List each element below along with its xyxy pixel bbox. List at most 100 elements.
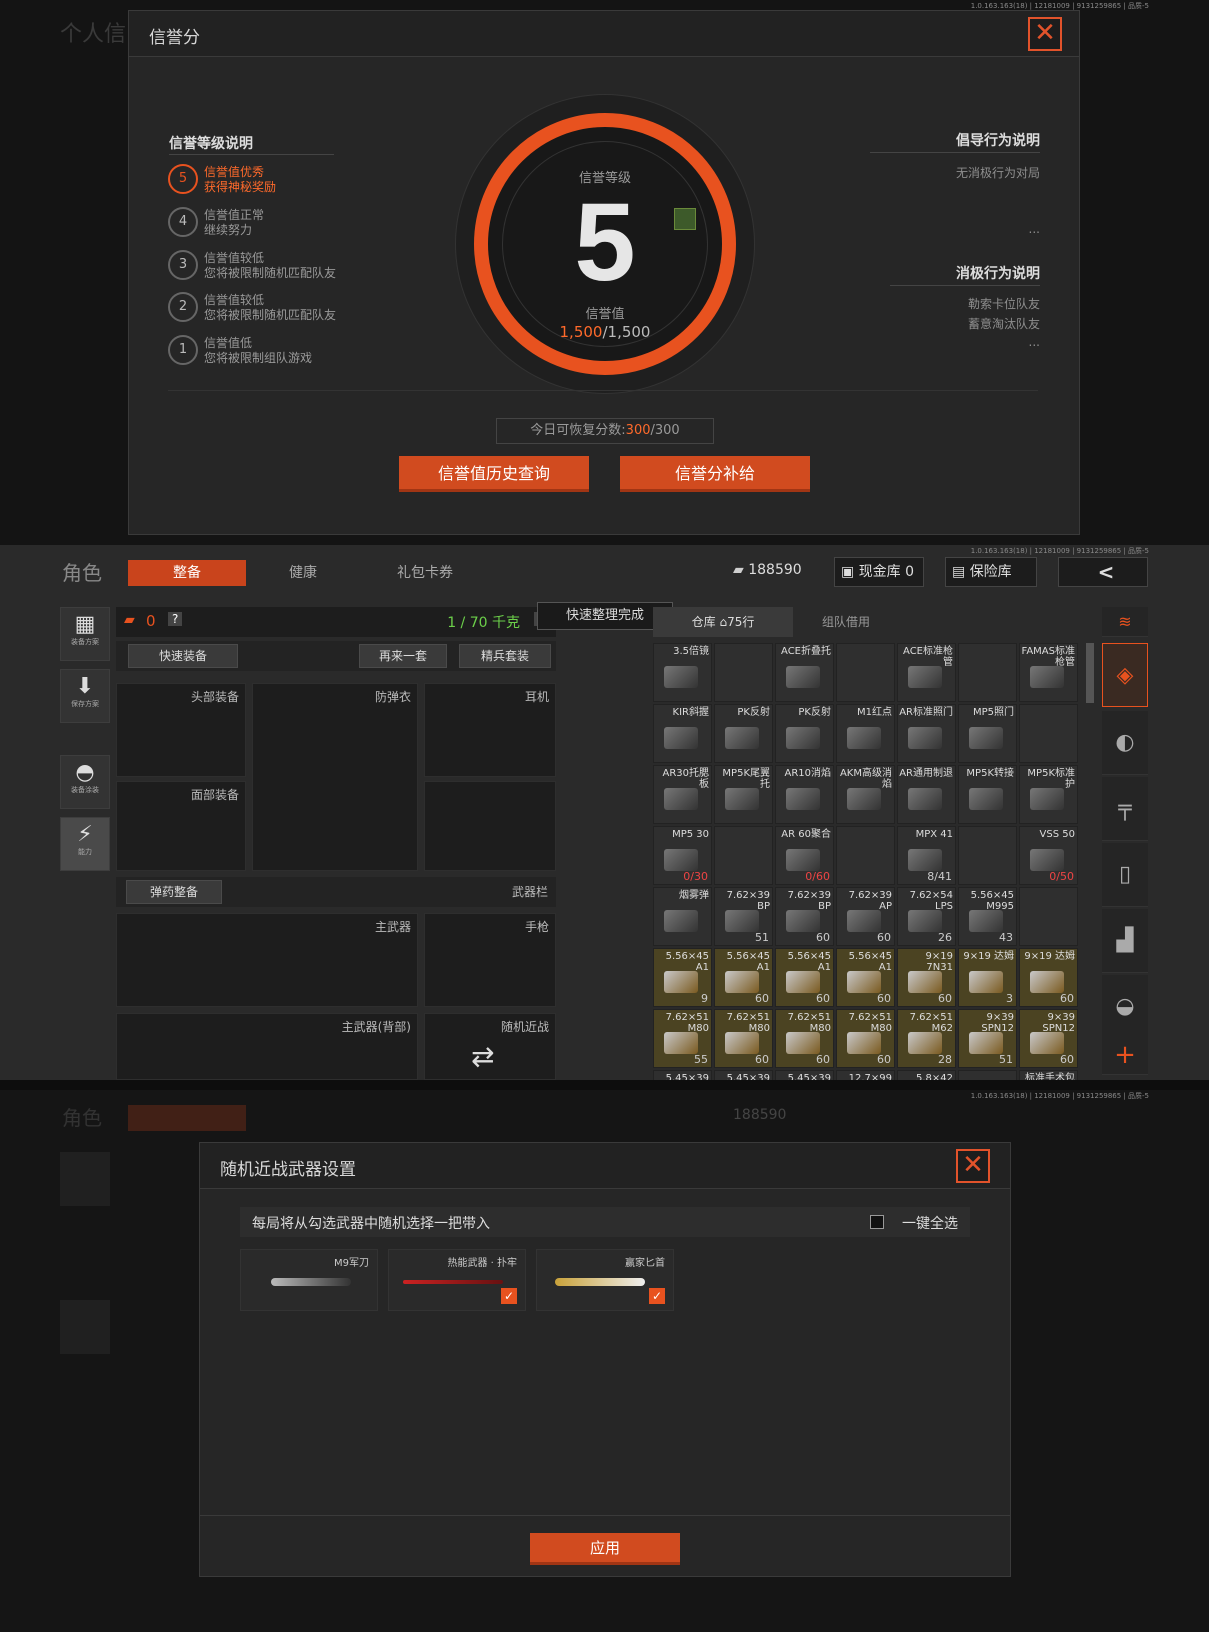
ammo-prepare-button[interactable]: 弹药整备 <box>126 880 222 904</box>
storage-item[interactable]: 标准手术包 <box>1019 1070 1078 1080</box>
category-gear-icon[interactable]: ◐ <box>1102 711 1148 775</box>
storage-item[interactable]: 5.56×45 A1 60 <box>836 948 895 1007</box>
storage-item[interactable]: 5.56×45 A1 9 <box>653 948 712 1007</box>
safe-box-button[interactable]: ▤ 保险库 <box>945 557 1037 587</box>
face-slot[interactable]: 面部装备 <box>116 781 246 871</box>
category-gun-icon[interactable]: ╤ <box>1102 777 1148 841</box>
scrollbar[interactable] <box>1086 643 1094 703</box>
storage-item[interactable]: 9×39 SPN12 60 <box>1019 1009 1078 1068</box>
storage-item[interactable] <box>836 826 895 885</box>
storage-item[interactable]: 7.62×39 BP 60 <box>775 887 834 946</box>
credit-history-button[interactable]: 信誉值历史查询 <box>399 456 589 492</box>
storage-item[interactable] <box>714 826 773 885</box>
storage-item[interactable]: 7.62×39 BP 51 <box>714 887 773 946</box>
storage-item[interactable]: ACE折叠托 <box>775 643 834 702</box>
elite-set-button[interactable]: 精兵套装 <box>459 644 551 668</box>
storage-item[interactable]: MP5K尾翼托 <box>714 765 773 824</box>
select-all-checkbox[interactable] <box>870 1215 884 1229</box>
primary-weapon-slot[interactable]: 主武器 <box>116 913 418 1007</box>
tab-health[interactable]: 健康 <box>268 560 338 586</box>
category-all-icon[interactable]: ◈ <box>1102 643 1148 707</box>
tab-gift-cards[interactable]: 礼包卡券 <box>380 560 470 586</box>
storage-item[interactable]: 5.45×39 <box>653 1070 712 1080</box>
loadout-plan-button[interactable]: ▦ 装备方案 <box>60 607 110 661</box>
storage-item[interactable]: AR通用制退 <box>897 765 956 824</box>
storage-item[interactable]: 9×39 SPN12 51 <box>958 1009 1017 1068</box>
random-melee-slot[interactable]: 随机近战 ⇄ <box>424 1013 556 1080</box>
storage-item[interactable]: 7.62×51 M80 55 <box>653 1009 712 1068</box>
storage-item[interactable] <box>1019 887 1078 946</box>
weapon-card-thermal[interactable]: 热能武器 · 扑牢 ✓ <box>388 1249 526 1311</box>
earphone-slot[interactable]: 耳机 <box>424 683 556 777</box>
equip-again-button[interactable]: 再来一套 <box>359 644 447 668</box>
add-icon[interactable]: + <box>1102 1035 1148 1075</box>
head-slot[interactable]: 头部装备 <box>116 683 246 777</box>
tab-team-borrow[interactable]: 组队借用 <box>796 607 896 637</box>
checked-checkbox[interactable]: ✓ <box>649 1288 665 1304</box>
skin-button[interactable]: ◓ 装备涂装 <box>60 755 110 809</box>
storage-item[interactable]: 7.62×54 LPS 26 <box>897 887 956 946</box>
category-parts-icon[interactable]: ▟ <box>1102 909 1148 973</box>
storage-item[interactable]: 12.7×99 <box>836 1070 895 1080</box>
storage-item[interactable]: KIR斜握 <box>653 704 712 763</box>
weapon-card-winner-dagger[interactable]: 赢家匕首 ✓ <box>536 1249 674 1311</box>
storage-item[interactable]: AKM高级消焰 <box>836 765 895 824</box>
storage-item[interactable]: MP5K转接 <box>958 765 1017 824</box>
storage-item[interactable]: AR30托腮板 <box>653 765 712 824</box>
tab-equip[interactable]: 整备 <box>128 560 246 586</box>
storage-item[interactable]: ACE标准枪管 <box>897 643 956 702</box>
sort-icon[interactable]: ≋ <box>1102 607 1148 637</box>
storage-item[interactable]: PK反射 <box>714 704 773 763</box>
apply-button[interactable]: 应用 <box>530 1533 680 1565</box>
storage-item[interactable] <box>958 826 1017 885</box>
weapon-card-m9[interactable]: M9军刀 <box>240 1249 378 1311</box>
storage-item[interactable]: MP5照门 <box>958 704 1017 763</box>
armor-slot[interactable]: 防弹衣 <box>252 683 418 871</box>
close-button[interactable]: ✕ <box>1028 17 1062 51</box>
storage-item[interactable]: VSS 50 0/50 <box>1019 826 1078 885</box>
storage-item[interactable]: AR10消焰 <box>775 765 834 824</box>
storage-item[interactable]: 7.62×39 AP 60 <box>836 887 895 946</box>
ability-button[interactable]: ⚡ 能力 <box>60 817 110 871</box>
storage-item[interactable]: 5.45×39 <box>775 1070 834 1080</box>
save-plan-button[interactable]: ⬇ 保存方案 <box>60 669 110 723</box>
help-icon[interactable]: ? <box>168 612 183 626</box>
storage-item[interactable] <box>836 643 895 702</box>
checked-checkbox[interactable]: ✓ <box>501 1288 517 1304</box>
storage-item[interactable]: 5.56×45 A1 60 <box>775 948 834 1007</box>
storage-item[interactable]: 7.62×51 M80 60 <box>836 1009 895 1068</box>
storage-item[interactable]: MP5K标准护 <box>1019 765 1078 824</box>
storage-item[interactable]: AR 60聚合 0/60 <box>775 826 834 885</box>
storage-item[interactable] <box>714 643 773 702</box>
credit-supply-button[interactable]: 信誉分补给 <box>620 456 810 492</box>
cash-vault-button[interactable]: ▣ 现金库 0 <box>834 557 924 587</box>
pistol-slot[interactable]: 手枪 <box>424 913 556 1007</box>
storage-item[interactable]: 9×19 7N31 60 <box>897 948 956 1007</box>
quick-equip-button[interactable]: 快速装备 <box>128 644 238 668</box>
storage-item[interactable]: 9×19 达姆 3 <box>958 948 1017 1007</box>
storage-item[interactable]: 烟雾弹 <box>653 887 712 946</box>
storage-item[interactable]: MP5 30 0/30 <box>653 826 712 885</box>
storage-item[interactable]: M1红点 <box>836 704 895 763</box>
storage-item[interactable]: 3.5倍镜 <box>653 643 712 702</box>
storage-item[interactable]: 7.62×51 M62 28 <box>897 1009 956 1068</box>
storage-item[interactable]: 5.8×42 <box>897 1070 956 1080</box>
storage-item[interactable]: AR标准照门 <box>897 704 956 763</box>
storage-item[interactable] <box>1019 704 1078 763</box>
storage-item[interactable]: PK反射 <box>775 704 834 763</box>
storage-item[interactable]: 9×19 达姆 60 <box>1019 948 1078 1007</box>
close-button[interactable]: ✕ <box>956 1149 990 1183</box>
back-weapon-slot[interactable]: 主武器(背部) <box>116 1013 418 1080</box>
storage-item[interactable]: 7.62×51 M80 60 <box>775 1009 834 1068</box>
back-button[interactable]: < <box>1058 557 1148 587</box>
storage-item[interactable]: 7.62×51 M80 60 <box>714 1009 773 1068</box>
tab-storage[interactable]: 仓库 ⌂75行 <box>653 607 793 637</box>
storage-item[interactable] <box>958 643 1017 702</box>
storage-item[interactable] <box>958 1070 1017 1080</box>
storage-item[interactable]: 5.56×45 M995 43 <box>958 887 1017 946</box>
storage-item[interactable]: MPX 41 8/41 <box>897 826 956 885</box>
category-mag-icon[interactable]: ▯ <box>1102 843 1148 907</box>
storage-item[interactable]: FAMAS标准枪管 <box>1019 643 1078 702</box>
category-attach-icon[interactable]: ◒ <box>1102 975 1148 1039</box>
storage-item[interactable]: 5.45×39 <box>714 1070 773 1080</box>
